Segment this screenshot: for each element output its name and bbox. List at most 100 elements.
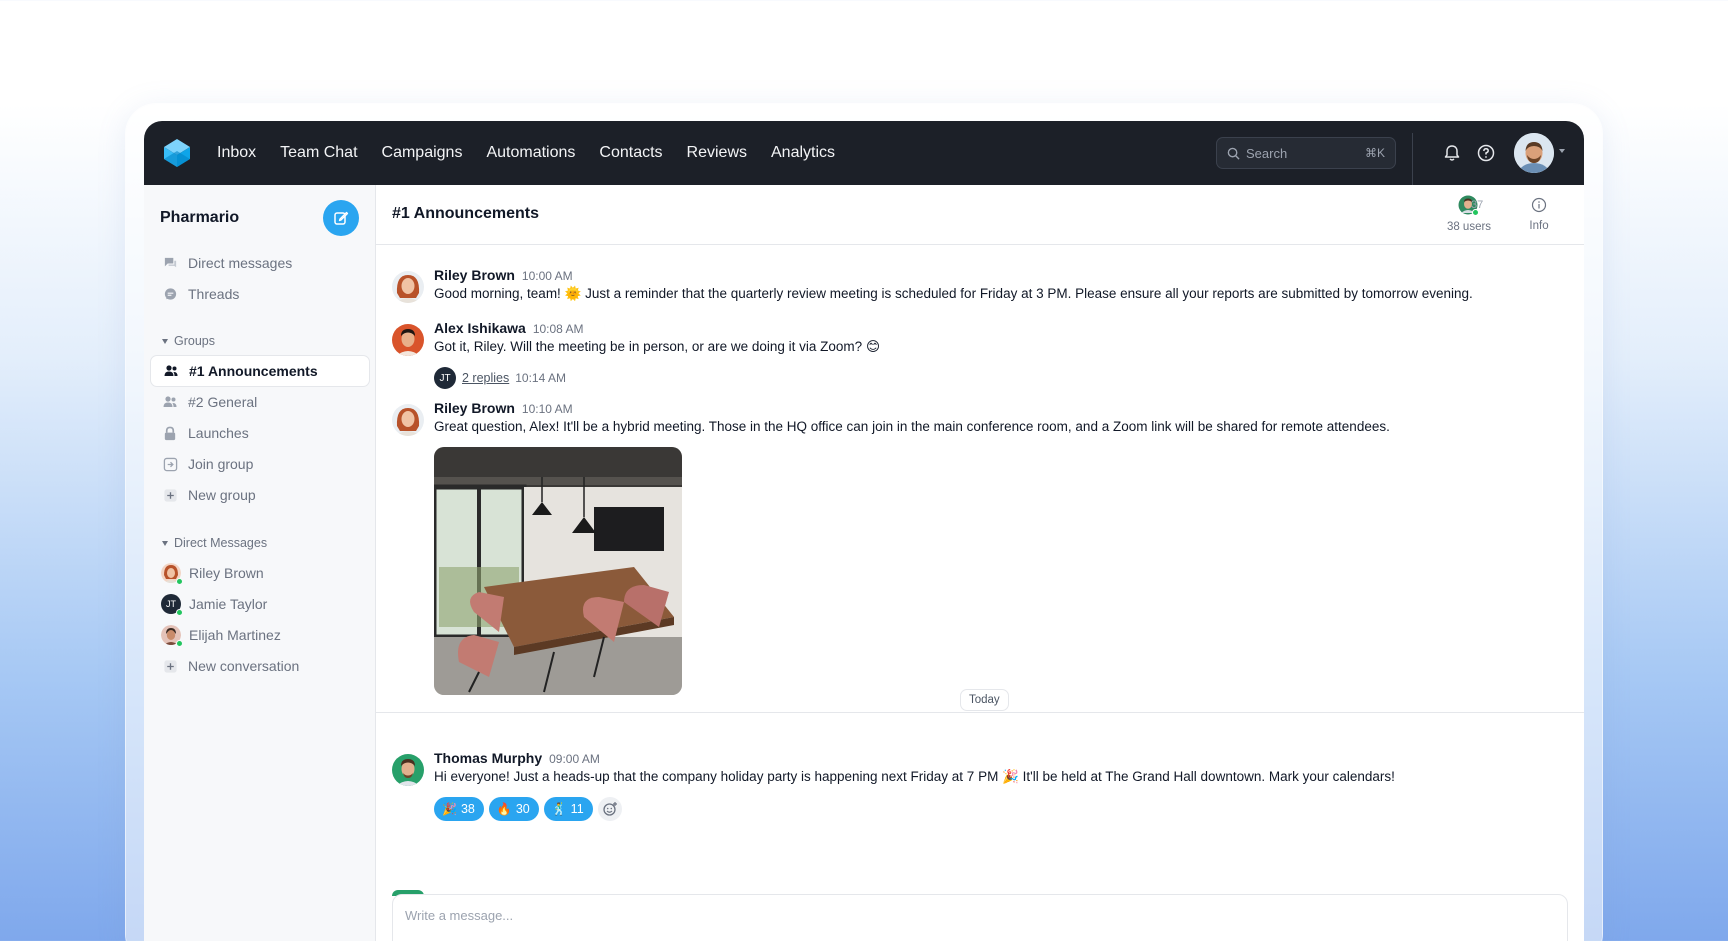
message-meta: Riley Brown 10:00 AM: [434, 267, 573, 283]
sidebar-dm-elijah-martinez[interactable]: Elijah Martinez: [150, 619, 370, 651]
avatar[interactable]: [392, 754, 424, 786]
sidebar-item-new-conversation[interactable]: New conversation: [150, 650, 370, 682]
avatar[interactable]: [392, 404, 424, 436]
info-button[interactable]: Info: [1524, 197, 1554, 232]
date-divider-label: Today: [960, 689, 1009, 711]
sidebar-item-launches[interactable]: Launches: [150, 417, 370, 449]
reaction-count: 30: [515, 802, 530, 816]
reply-time: 10:14 AM: [515, 371, 566, 385]
reaction-count: 11: [570, 802, 584, 816]
chevron-down-icon[interactable]: [1559, 149, 1565, 153]
search-shortcut: ⌘K: [1364, 146, 1385, 160]
bell-icon[interactable]: [1442, 143, 1462, 163]
sidebar: Pharmario Direct messages Threads Groups: [144, 185, 376, 941]
sender-name[interactable]: Alex Ishikawa: [434, 320, 526, 336]
message-meta: Thomas Murphy 09:00 AM: [434, 750, 600, 766]
avatar: [161, 625, 183, 647]
nav-campaigns[interactable]: Campaigns: [382, 144, 463, 162]
add-emoji-icon: [603, 802, 617, 816]
nav-reviews[interactable]: Reviews: [687, 144, 747, 162]
message-text: Hi everyone! Just a heads-up that the co…: [434, 769, 1395, 784]
online-indicator: [176, 640, 183, 647]
reaction-fire[interactable]: 🔥 30: [488, 797, 539, 821]
sidebar-item-direct-messages[interactable]: Direct messages: [150, 247, 370, 279]
reaction-count: 38: [460, 802, 475, 816]
nav-contacts[interactable]: Contacts: [599, 144, 662, 162]
sidebar-item-general[interactable]: #2 General: [150, 386, 370, 418]
channel-view: #1 Announcements 37 38 users Info Riley …: [376, 185, 1584, 941]
message-meta: Alex Ishikawa 10:08 AM: [434, 320, 584, 336]
channel-title: #1 Announcements: [392, 205, 539, 222]
sidebar-item-label: Threads: [188, 286, 240, 302]
image-attachment[interactable]: [434, 447, 682, 695]
reaction-dance[interactable]: 🕺 11: [543, 797, 593, 821]
users-label: 38 users: [1446, 221, 1492, 233]
member-count: 37: [1471, 199, 1484, 211]
message-time: 10:00 AM: [521, 269, 573, 283]
top-navigation-bar: Inbox Team Chat Campaigns Automations Co…: [144, 121, 1584, 185]
replies-link[interactable]: 2 replies: [462, 371, 509, 385]
message-time: 10:10 AM: [521, 402, 573, 416]
plus-icon: [162, 487, 178, 503]
direct-messages-section-header[interactable]: Direct Messages: [162, 536, 267, 550]
search-box[interactable]: ⌘K: [1216, 137, 1396, 169]
sidebar-item-announcements[interactable]: #1 Announcements: [150, 355, 370, 387]
reaction-party[interactable]: 🎉 38: [434, 797, 484, 821]
nav-team-chat[interactable]: Team Chat: [280, 144, 357, 162]
search-input[interactable]: [1246, 145, 1356, 161]
message-composer[interactable]: [392, 894, 1568, 941]
sidebar-item-label: New group: [188, 487, 256, 503]
info-label: Info: [1529, 220, 1549, 232]
nav-inbox[interactable]: Inbox: [217, 144, 256, 162]
sidebar-item-label: Riley Brown: [189, 565, 264, 581]
message-meta: Riley Brown 10:10 AM: [434, 400, 573, 416]
sidebar-dm-riley-brown[interactable]: Riley Brown: [150, 557, 370, 589]
main-nav: Inbox Team Chat Campaigns Automations Co…: [217, 121, 859, 185]
sender-name[interactable]: Riley Brown: [434, 267, 515, 283]
compose-button[interactable]: [323, 200, 359, 236]
nav-analytics[interactable]: Analytics: [771, 144, 835, 162]
message-time: 09:00 AM: [549, 752, 600, 766]
sidebar-item-label: New conversation: [188, 658, 300, 674]
app-window: Inbox Team Chat Campaigns Automations Co…: [144, 121, 1584, 941]
avatar: [161, 563, 183, 585]
sender-name[interactable]: Riley Brown: [434, 400, 515, 416]
reply-avatar: JT: [434, 367, 456, 389]
message-text: Got it, Riley. Will the meeting be in pe…: [434, 339, 881, 354]
workspace-name: Pharmario: [160, 209, 240, 226]
sidebar-item-label: #2 General: [188, 394, 258, 410]
add-reaction-button[interactable]: [597, 797, 622, 821]
avatar-initials: JT: [166, 599, 176, 609]
online-indicator: [176, 578, 183, 585]
thread-icon: [162, 286, 178, 302]
reaction-emoji: 🕺: [551, 802, 567, 816]
sender-name[interactable]: Thomas Murphy: [434, 750, 542, 766]
caret-down-icon: [162, 540, 168, 546]
avatar[interactable]: [392, 271, 424, 303]
user-avatar[interactable]: [1514, 133, 1554, 173]
chat-bubbles-icon: [162, 255, 178, 271]
nav-divider: [1412, 133, 1413, 185]
section-title: Groups: [174, 334, 215, 348]
avatar: JT: [161, 594, 183, 616]
join-icon: [162, 456, 178, 472]
sidebar-dm-jamie-taylor[interactable]: JT Jamie Taylor: [150, 588, 370, 620]
app-logo-icon[interactable]: [162, 137, 192, 169]
nav-automations[interactable]: Automations: [486, 144, 575, 162]
sidebar-item-threads[interactable]: Threads: [150, 278, 370, 310]
thread-replies[interactable]: JT 2 replies 10:14 AM: [434, 367, 566, 389]
sidebar-item-new-group[interactable]: New group: [150, 479, 370, 511]
message-input[interactable]: [405, 908, 1555, 923]
message-text: Good morning, team! 🌞 Just a reminder th…: [434, 286, 1473, 301]
date-divider-line: [376, 712, 1584, 713]
online-indicator: [176, 609, 183, 616]
help-icon[interactable]: [1476, 143, 1496, 163]
users-icon: [162, 394, 178, 410]
groups-section-header[interactable]: Groups: [162, 334, 215, 348]
sidebar-item-join-group[interactable]: Join group: [150, 448, 370, 480]
avatar[interactable]: [392, 324, 424, 356]
plus-icon: [162, 658, 178, 674]
reactions-bar: 🎉 38 🔥 30 🕺 11: [434, 797, 622, 821]
reaction-emoji: 🔥: [496, 802, 512, 816]
reaction-emoji: 🎉: [442, 802, 457, 816]
